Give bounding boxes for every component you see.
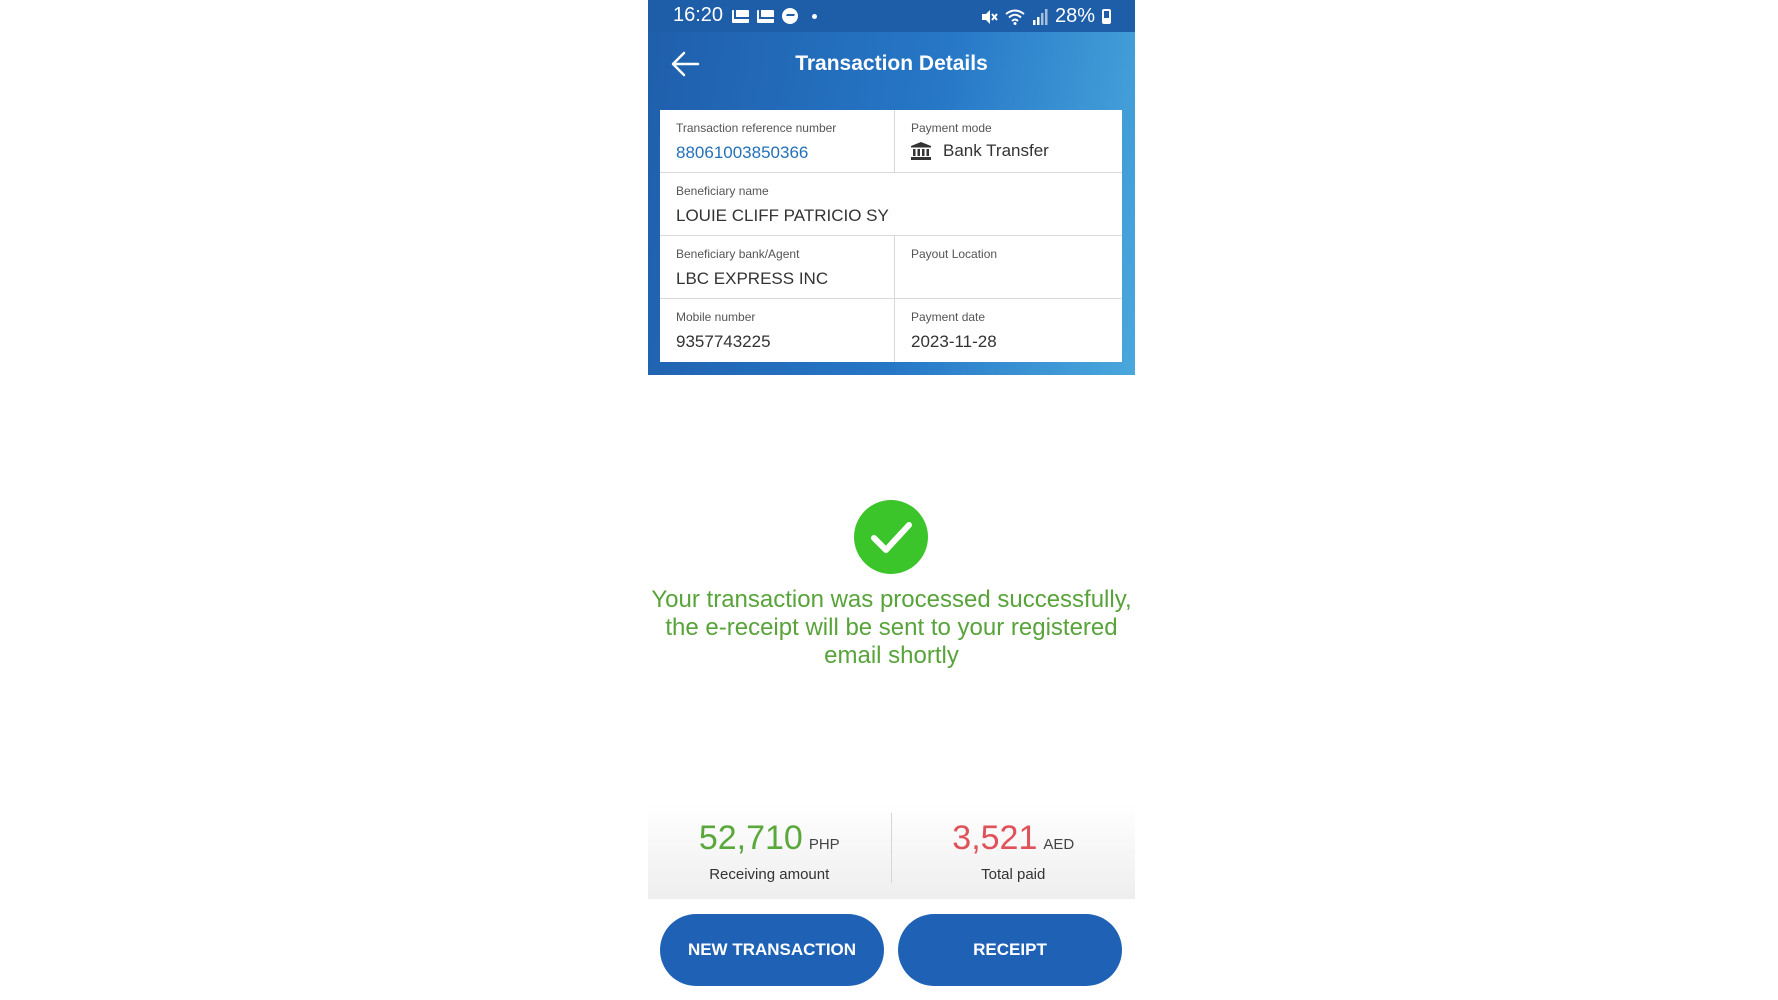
reference-number-value[interactable]: 88061003850366 <box>676 143 894 163</box>
checkmark-icon <box>871 522 912 553</box>
payout-location-cell: Payout Location <box>895 236 1122 298</box>
battery-percent: 28% <box>1054 5 1095 27</box>
beneficiary-name-value: LOUIE CLIFF PATRICIO SY <box>676 206 889 225</box>
details-row: Beneficiary name LOUIE CLIFF PATRICIO SY <box>660 173 1122 236</box>
beneficiary-bank-cell: Beneficiary bank/Agent LBC EXPRESS INC <box>660 236 895 298</box>
mail-icon <box>757 9 774 23</box>
details-row: Beneficiary bank/Agent LBC EXPRESS INC P… <box>660 236 1122 299</box>
payment-mode-label: Payment mode <box>911 121 992 135</box>
payout-location-label: Payout Location <box>911 247 998 261</box>
mail-icon <box>732 9 749 23</box>
transaction-details-card: Transaction reference number 88061003850… <box>660 110 1122 362</box>
notification-icons <box>732 8 817 24</box>
wifi-icon <box>1005 9 1025 25</box>
total-paid-value: 3,521 <box>952 819 1038 857</box>
mobile-number-label: Mobile number <box>676 310 756 324</box>
bank-icon <box>911 142 931 160</box>
checkmark-circle-icon <box>854 500 928 574</box>
payment-mode-line: Bank Transfer <box>911 141 1122 161</box>
payment-date-value: 2023-11-28 <box>911 332 997 351</box>
receiving-amount-line: 52,710 PHP <box>648 819 891 858</box>
total-paid-block: 3,521 AED Total paid <box>892 803 1136 899</box>
dot-icon <box>812 13 817 19</box>
phone-screen: 16:20 28% Transaction Details Transactio… <box>648 0 1135 1000</box>
details-row: Mobile number 9357743225 Payment date 20… <box>660 299 1122 362</box>
amount-summary: 52,710 PHP Receiving amount 3,521 AED To… <box>648 803 1135 899</box>
receiving-amount-value: 52,710 <box>698 819 803 857</box>
beneficiary-name-cell: Beneficiary name LOUIE CLIFF PATRICIO SY <box>660 173 1122 235</box>
success-message: Your transaction was processed successfu… <box>651 586 1132 669</box>
system-icons: 28% <box>980 5 1111 28</box>
payment-mode-value: Bank Transfer <box>943 141 1049 160</box>
beneficiary-bank-value: LBC EXPRESS INC <box>676 269 829 288</box>
signal-icon <box>1032 8 1048 25</box>
messenger-icon <box>782 8 798 24</box>
status-time: 16:20 <box>673 4 724 26</box>
status-bar: 16:20 28% <box>648 0 1135 32</box>
payment-date-cell: Payment date 2023-11-28 <box>895 299 1122 362</box>
total-paid-line: 3,521 AED <box>892 819 1136 858</box>
mute-icon <box>981 9 998 24</box>
total-currency: AED <box>1043 836 1075 853</box>
payment-date-label: Payment date <box>911 310 986 324</box>
beneficiary-name-label: Beneficiary name <box>676 184 769 198</box>
transaction-header-banner: Transaction Details Transaction referenc… <box>648 32 1135 375</box>
mobile-number-cell: Mobile number 9357743225 <box>660 299 895 362</box>
reference-number-label: Transaction reference number <box>676 121 837 135</box>
receiving-amount-label: Receiving amount <box>709 866 830 883</box>
new-transaction-button[interactable]: NEW TRANSACTION <box>660 914 884 986</box>
beneficiary-bank-label: Beneficiary bank/Agent <box>676 247 800 261</box>
reference-number-cell: Transaction reference number 88061003850… <box>660 110 895 172</box>
receiving-currency: PHP <box>808 836 840 853</box>
page-title: Transaction Details <box>795 52 988 75</box>
receipt-button[interactable]: RECEIPT <box>898 914 1122 986</box>
receiving-amount-block: 52,710 PHP Receiving amount <box>648 813 892 883</box>
mobile-number-value: 9357743225 <box>676 332 771 351</box>
battery-icon <box>1102 9 1111 24</box>
total-paid-label: Total paid <box>981 866 1046 883</box>
payment-mode-cell: Payment mode Bank Transfer <box>895 110 1122 172</box>
details-row: Transaction reference number 88061003850… <box>660 110 1122 173</box>
